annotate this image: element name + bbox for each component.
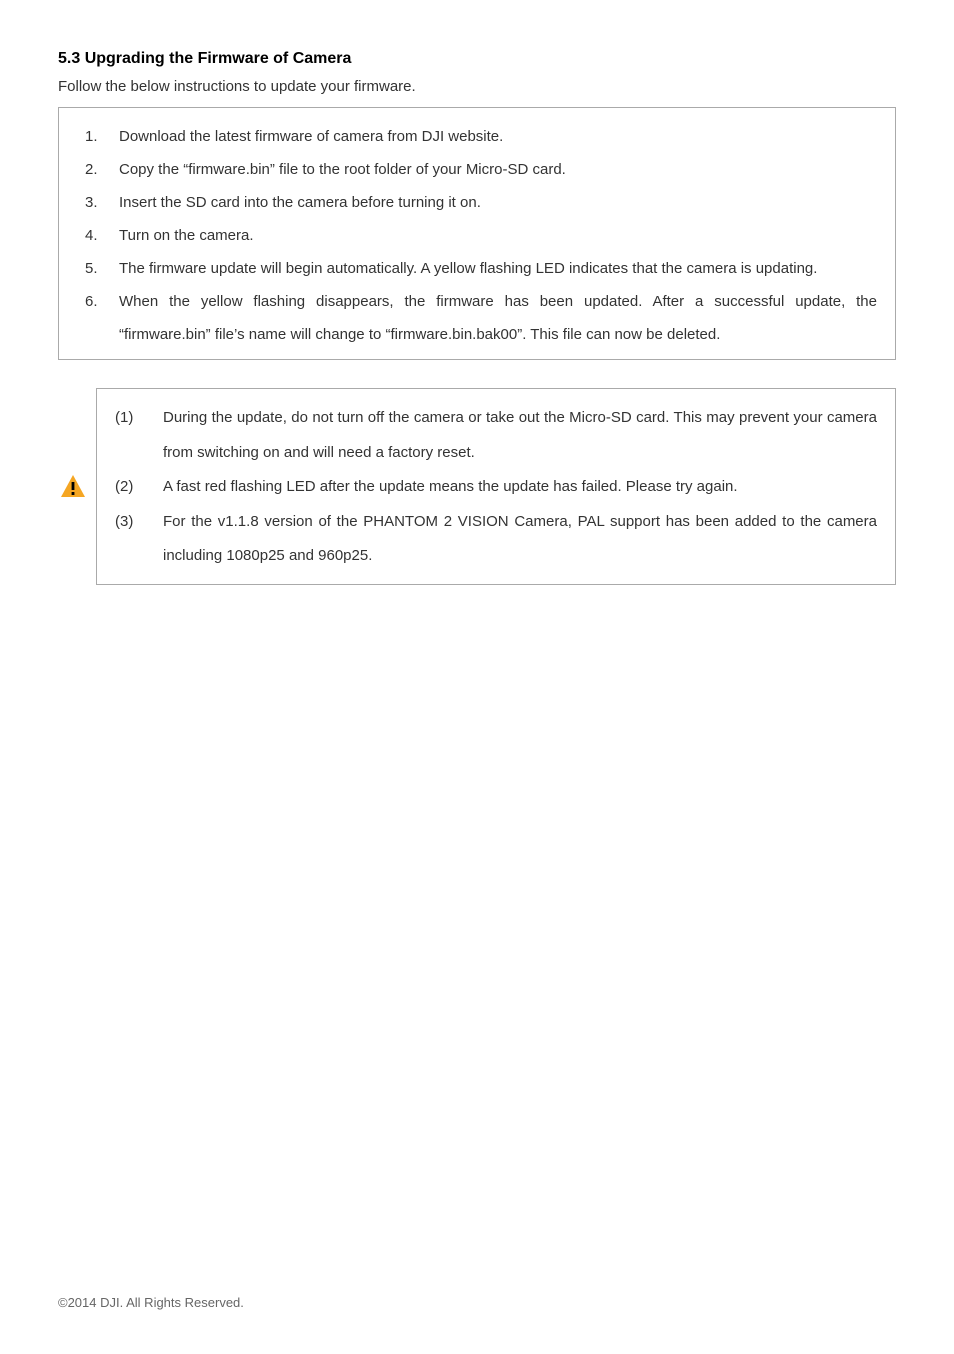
footer-copyright: ©2014 DJI. All Rights Reserved. bbox=[58, 1295, 244, 1310]
warning-number: (1) bbox=[115, 401, 163, 436]
step-row: 5. The firmware update will begin automa… bbox=[77, 252, 877, 285]
step-text: The firmware update will begin automatic… bbox=[119, 252, 877, 285]
warning-box: (1) During the update, do not turn off t… bbox=[96, 388, 896, 585]
step-number: 4. bbox=[77, 219, 119, 252]
warning-text: During the update, do not turn off the c… bbox=[163, 401, 877, 470]
warning-container: (1) During the update, do not turn off t… bbox=[58, 388, 896, 585]
section-heading: 5.3 Upgrading the Firmware of Camera bbox=[58, 50, 896, 68]
step-row: 4. Turn on the camera. bbox=[77, 219, 877, 252]
warning-row: (2) A fast red flashing LED after the up… bbox=[115, 470, 877, 505]
step-text: Turn on the camera. bbox=[119, 219, 877, 252]
step-number: 3. bbox=[77, 186, 119, 219]
step-text: Copy the “firmware.bin” file to the root… bbox=[119, 153, 877, 186]
step-number: 6. bbox=[77, 285, 119, 318]
warning-text: For the v1.1.8 version of the PHANTOM 2 … bbox=[163, 505, 877, 574]
step-number: 2. bbox=[77, 153, 119, 186]
step-number: 5. bbox=[77, 252, 119, 285]
step-row: 1. Download the latest firmware of camer… bbox=[77, 120, 877, 153]
warning-text: A fast red flashing LED after the update… bbox=[163, 470, 877, 505]
step-text: When the yellow flashing disappears, the… bbox=[119, 285, 877, 351]
step-row: 6. When the yellow flashing disappears, … bbox=[77, 285, 877, 351]
warning-number: (3) bbox=[115, 505, 163, 540]
step-text: Download the latest firmware of camera f… bbox=[119, 120, 877, 153]
step-row: 3. Insert the SD card into the camera be… bbox=[77, 186, 877, 219]
warning-icon bbox=[60, 474, 86, 498]
warning-number: (2) bbox=[115, 470, 163, 505]
intro-text: Follow the below instructions to update … bbox=[58, 78, 896, 95]
warning-icon-column bbox=[58, 474, 96, 498]
steps-box: 1. Download the latest firmware of camer… bbox=[58, 107, 896, 360]
warning-row: (3) For the v1.1.8 version of the PHANTO… bbox=[115, 505, 877, 574]
warning-row: (1) During the update, do not turn off t… bbox=[115, 401, 877, 470]
step-number: 1. bbox=[77, 120, 119, 153]
step-text: Insert the SD card into the camera befor… bbox=[119, 186, 877, 219]
step-row: 2. Copy the “firmware.bin” file to the r… bbox=[77, 153, 877, 186]
